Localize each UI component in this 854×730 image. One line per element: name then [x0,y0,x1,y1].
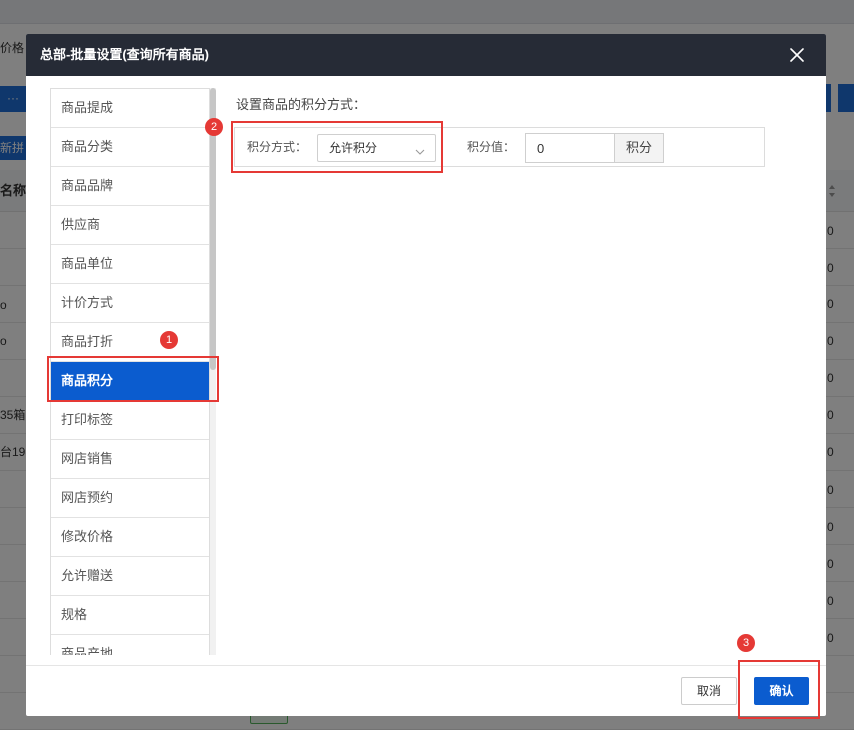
section-title: 设置商品的积分方式： [236,97,367,112]
annotation-highlight-confirm [738,660,820,719]
annotation-highlight-select [231,121,443,173]
menu-item-category[interactable]: 商品分类 [51,128,209,167]
annotation-step-badge: 1 [160,331,178,349]
menu-item-online-booking[interactable]: 网店预约 [51,479,209,518]
dialog-header: 总部-批量设置(查询所有商品) [26,34,826,76]
points-value-input[interactable] [525,133,614,163]
menu-item-pricing-method[interactable]: 计价方式 [51,284,209,323]
menu-item-allow-gift[interactable]: 允许赠送 [51,557,209,596]
cancel-button[interactable]: 取消 [681,677,737,705]
points-value-label: 积分值： [467,140,516,154]
menu-item-origin[interactable]: 商品产地 [51,635,209,655]
page: 价格 ··· 新拼 名称 o o 35箱 台193 0 0 0 0 0 0 0 … [0,0,854,730]
annotation-highlight-menu [47,356,219,402]
annotation-step-badge: 2 [205,118,223,136]
menu-item-commission[interactable]: 商品提成 [51,89,209,128]
close-icon[interactable] [790,48,804,62]
annotation-step-badge: 3 [737,634,755,652]
dialog-title: 总部-批量设置(查询所有商品) [40,47,209,62]
menu-item-online-sales[interactable]: 网店销售 [51,440,209,479]
footer-divider [26,665,826,666]
menu-item-unit[interactable]: 商品单位 [51,245,209,284]
menu-item-modify-price[interactable]: 修改价格 [51,518,209,557]
menu-item-brand[interactable]: 商品品牌 [51,167,209,206]
menu-item-print-label[interactable]: 打印标签 [51,401,209,440]
menu-item-specification[interactable]: 规格 [51,596,209,635]
menu-item-supplier[interactable]: 供应商 [51,206,209,245]
points-unit-addon: 积分 [614,133,664,163]
